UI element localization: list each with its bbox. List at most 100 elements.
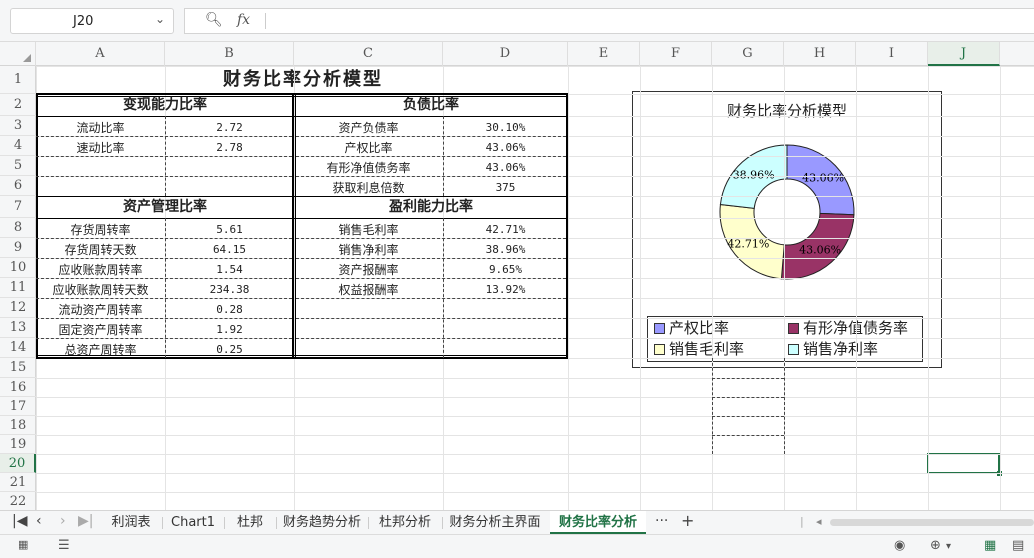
macro-icon[interactable]: ▦: [18, 538, 28, 551]
row-header-13[interactable]: 13: [0, 318, 36, 338]
debt-label[interactable]: 资产负债率: [294, 118, 443, 138]
asset-label[interactable]: 应收账款周转率: [36, 260, 165, 280]
zoom-icon[interactable]: 🔍︎: [205, 12, 223, 28]
column-header-h[interactable]: H: [784, 42, 856, 66]
eye-protect-icon[interactable]: ◉: [894, 538, 905, 553]
sheet-tab[interactable]: Chart1: [162, 511, 224, 534]
debt-value[interactable]: 43.06%: [443, 138, 568, 158]
row-header-11[interactable]: 11: [0, 278, 36, 298]
row-header-20[interactable]: 20: [0, 454, 36, 473]
normal-view-icon[interactable]: ▦: [984, 538, 996, 553]
profit-value[interactable]: 38.96%: [443, 240, 568, 260]
asset-label[interactable]: 流动资产周转率: [36, 300, 165, 320]
asset-value[interactable]: 0.25: [165, 340, 294, 360]
row-header-22[interactable]: 22: [0, 492, 36, 511]
profit-value[interactable]: 9.65%: [443, 260, 568, 280]
profit-value[interactable]: 13.92%: [443, 280, 568, 300]
row-header-12[interactable]: 12: [0, 298, 36, 318]
column-header-f[interactable]: F: [640, 42, 712, 66]
sheet-tab[interactable]: 财务趋势分析: [276, 511, 368, 534]
column-header-c[interactable]: C: [294, 42, 443, 66]
asset-label[interactable]: 总资产周转率: [36, 340, 165, 360]
sheet-tab[interactable]: 财务分析主界面: [440, 511, 550, 534]
sheet-tab[interactable]: 杜邦: [224, 511, 276, 534]
section-debt[interactable]: 负债比率: [294, 94, 568, 116]
debt-label[interactable]: 有形净值债务率: [294, 158, 443, 178]
asset-value[interactable]: 1.54: [165, 260, 294, 280]
select-all-corner[interactable]: [0, 42, 36, 66]
asset-label[interactable]: 固定资产周转率: [36, 320, 165, 340]
row-header-15[interactable]: 15: [0, 358, 36, 378]
cell-grid[interactable]: 财务比率分析模型 财务比率分析模型 43.06%43.06%42.71%38.9…: [36, 66, 1034, 510]
first-sheet-icon[interactable]: |◀: [12, 513, 27, 529]
profit-label[interactable]: 资产报酬率: [294, 260, 443, 280]
section-profitability[interactable]: 盈利能力比率: [294, 196, 568, 218]
row-header-5[interactable]: 5: [0, 156, 36, 176]
row-header-17[interactable]: 17: [0, 397, 36, 416]
asset-value[interactable]: 0.28: [165, 300, 294, 320]
row-header-14[interactable]: 14: [0, 338, 36, 358]
row-header-8[interactable]: 8: [0, 218, 36, 238]
column-header-i[interactable]: I: [856, 42, 928, 66]
row-header-9[interactable]: 9: [0, 238, 36, 258]
asset-label[interactable]: 存货周转天数: [36, 240, 165, 260]
column-header-b[interactable]: B: [165, 42, 294, 66]
scroll-left-icon[interactable]: ◂: [816, 515, 822, 528]
sheet-tab[interactable]: 财务比率分析: [550, 511, 646, 534]
debt-value[interactable]: 375: [443, 178, 568, 198]
row-header-1[interactable]: 1: [0, 66, 36, 94]
sheet-tab[interactable]: 利润表: [100, 511, 162, 534]
page-layout-icon[interactable]: ▤: [1012, 538, 1024, 553]
asset-value[interactable]: 64.15: [165, 240, 294, 260]
liquidity-value[interactable]: 2.78: [165, 138, 294, 158]
section-liquidity[interactable]: 变现能力比率: [36, 94, 294, 116]
sheet-list-icon[interactable]: ☰: [58, 538, 70, 553]
row-header-21[interactable]: 21: [0, 473, 36, 492]
selected-cell[interactable]: [927, 453, 1002, 476]
add-sheet-button[interactable]: +: [681, 511, 694, 530]
section-asset-management[interactable]: 资产管理比率: [36, 196, 294, 218]
debt-value[interactable]: 30.10%: [443, 118, 568, 138]
liquidity-label[interactable]: 速动比率: [36, 138, 165, 158]
row-header-4[interactable]: 4: [0, 136, 36, 156]
sheet-title[interactable]: 财务比率分析模型: [36, 66, 570, 94]
profit-label[interactable]: 权益报酬率: [294, 280, 443, 300]
column-header-k[interactable]: [1000, 42, 1034, 66]
chevron-down-icon[interactable]: ▾: [946, 541, 951, 552]
debt-value[interactable]: 43.06%: [443, 158, 568, 178]
horizontal-scrollbar[interactable]: [830, 519, 1034, 526]
asset-value[interactable]: 234.38: [165, 280, 294, 300]
debt-label[interactable]: 产权比率: [294, 138, 443, 158]
profit-label[interactable]: 销售净利率: [294, 240, 443, 260]
name-box[interactable]: J20 ⌄: [10, 8, 174, 34]
column-header-j[interactable]: J: [928, 42, 1000, 66]
sheet-tab[interactable]: 杜邦分析: [368, 511, 442, 534]
fx-icon[interactable]: fx: [237, 12, 250, 28]
row-header-3[interactable]: 3: [0, 116, 36, 136]
asset-value[interactable]: 1.92: [165, 320, 294, 340]
debt-label[interactable]: 获取利息倍数: [294, 178, 443, 198]
asset-value[interactable]: 5.61: [165, 220, 294, 240]
row-header-7[interactable]: 7: [0, 196, 36, 218]
next-sheet-icon[interactable]: ›: [60, 513, 66, 529]
liquidity-value[interactable]: 2.72: [165, 118, 294, 138]
chevron-down-icon[interactable]: ⌄: [155, 12, 165, 26]
asset-label[interactable]: 应收账款周转天数: [36, 280, 165, 300]
row-header-2[interactable]: 2: [0, 94, 36, 116]
profit-value[interactable]: 42.71%: [443, 220, 568, 240]
row-header-16[interactable]: 16: [0, 378, 36, 397]
profit-label[interactable]: 销售毛利率: [294, 220, 443, 240]
liquidity-label[interactable]: 流动比率: [36, 118, 165, 138]
row-header-10[interactable]: 10: [0, 258, 36, 278]
column-header-a[interactable]: A: [36, 42, 165, 66]
more-sheets-button[interactable]: ···: [655, 513, 668, 529]
asset-label[interactable]: 存货周转率: [36, 220, 165, 240]
column-header-e[interactable]: E: [568, 42, 640, 66]
prev-sheet-icon[interactable]: ‹: [36, 513, 42, 529]
row-header-6[interactable]: 6: [0, 176, 36, 196]
chart[interactable]: 财务比率分析模型 43.06%43.06%42.71%38.96% 产权比率有形…: [632, 91, 942, 368]
row-header-18[interactable]: 18: [0, 416, 36, 435]
last-sheet-icon[interactable]: ▶|: [78, 513, 93, 529]
column-header-g[interactable]: G: [712, 42, 784, 66]
formula-input[interactable]: 🔍︎ fx: [184, 8, 1034, 34]
